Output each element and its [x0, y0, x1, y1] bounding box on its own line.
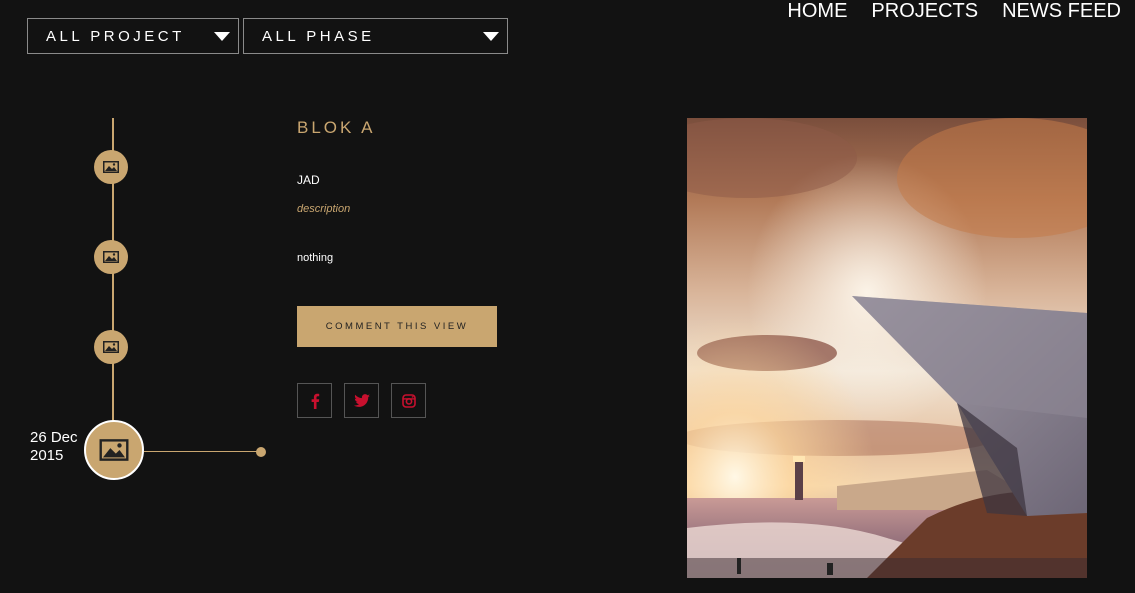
nav-news-feed[interactable]: NEWS FEED	[1002, 0, 1121, 23]
post-body: nothing	[297, 252, 334, 264]
image-icon	[99, 439, 129, 461]
comment-button[interactable]: COMMENT THIS VIEW	[297, 306, 497, 347]
twitter-button[interactable]	[344, 383, 379, 418]
project-filter-dropdown[interactable]: ALL PROJECT	[27, 18, 239, 54]
facebook-icon	[311, 393, 319, 409]
post-description: description	[297, 203, 351, 215]
timeline-date-year: 2015	[30, 447, 64, 464]
project-photo	[687, 118, 1087, 578]
timeline-date: 26 Dec 2015	[30, 429, 78, 465]
nav-home[interactable]: HOME	[787, 0, 847, 23]
caret-down-icon	[214, 32, 230, 41]
timeline-item-active[interactable]	[84, 420, 144, 480]
instagram-button[interactable]	[391, 383, 426, 418]
post-author: JAD	[297, 173, 320, 187]
twitter-icon	[353, 393, 370, 407]
nav-projects[interactable]: PROJECTS	[871, 0, 978, 23]
post-title: BLOK A	[297, 118, 376, 137]
timeline-date-day: 26 Dec	[30, 429, 78, 446]
timeline-connector	[144, 451, 259, 452]
image-icon	[103, 161, 119, 173]
caret-down-icon	[483, 32, 499, 41]
instagram-icon	[401, 393, 416, 408]
image-icon	[103, 341, 119, 353]
phase-filter-label: ALL PHASE	[262, 27, 375, 45]
timeline-item[interactable]	[94, 330, 128, 364]
top-nav: HOME PROJECTS NEWS FEED	[787, 0, 1121, 23]
image-icon	[103, 251, 119, 263]
timeline-item[interactable]	[94, 240, 128, 274]
project-filter-label: ALL PROJECT	[46, 27, 185, 45]
timeline-item[interactable]	[94, 150, 128, 184]
facebook-button[interactable]	[297, 383, 332, 418]
phase-filter-dropdown[interactable]: ALL PHASE	[243, 18, 508, 54]
timeline-connector-dot	[256, 447, 266, 457]
